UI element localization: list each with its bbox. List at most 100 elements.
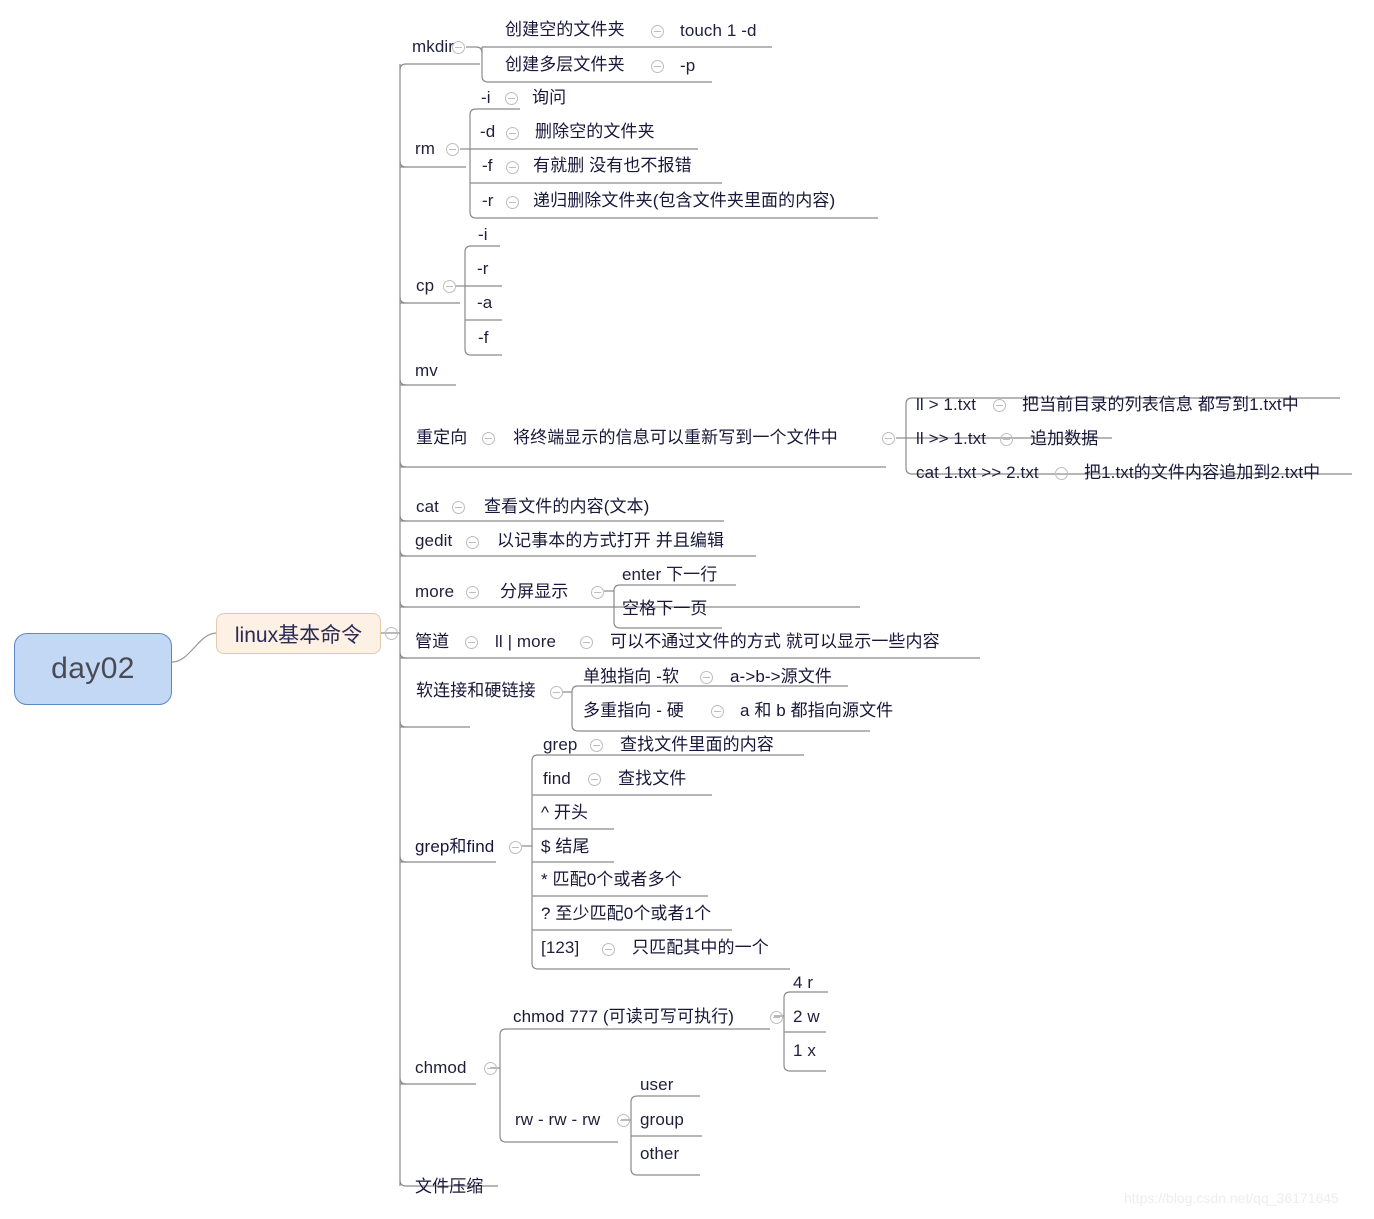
node-redirect-ll-overwrite[interactable]: ll > 1.txt [916, 396, 976, 413]
node-rm-i-desc: 询问 [532, 88, 567, 107]
node-more[interactable]: more [415, 583, 454, 600]
node-cat[interactable]: cat [416, 498, 439, 515]
node-redirect-ll-overwrite-desc: 把当前目录的列表信息 都写到1.txt中 [1022, 395, 1299, 414]
node-linux-basic-commands[interactable]: linux基本命令 [216, 613, 381, 654]
watermark: https://blog.csdn.net/qq_36171645 [1124, 1190, 1339, 1206]
node-rm-f[interactable]: -f [482, 157, 493, 174]
node-perm-group[interactable]: group [640, 1111, 684, 1128]
collapse-icon-hardlink-multi[interactable] [711, 705, 724, 718]
node-rm-f-desc: 有就删 没有也不报错 [533, 156, 692, 175]
mindmap-canvas: day02 linux基本命令 mkdir 创建空的文件夹 touch 1 -d… [0, 0, 1374, 1219]
collapse-icon-rm-d[interactable] [506, 127, 519, 140]
collapse-icon-redirect-ll-append[interactable] [1000, 433, 1013, 446]
node-perm-other[interactable]: other [640, 1145, 679, 1162]
node-rm-d[interactable]: -d [480, 123, 495, 140]
node-redirect-ll-append-desc: 追加数据 [1030, 429, 1099, 448]
collapse-icon-redirect-cat-append[interactable] [1055, 467, 1068, 480]
collapse-icon-mkdir-create-nested-dir[interactable] [651, 60, 664, 73]
collapse-icon-gedit[interactable] [466, 536, 479, 549]
node-redirect-desc: 将终端显示的信息可以重新写到一个文件中 [513, 428, 838, 447]
collapse-icon-rw-rw-rw[interactable] [617, 1114, 630, 1127]
collapse-icon-redirect-ll-overwrite[interactable] [993, 399, 1006, 412]
node-touch-1-d[interactable]: touch 1 -d [680, 22, 757, 39]
collapse-icon-redirect-desc[interactable] [882, 432, 895, 445]
node-cp-f[interactable]: -f [478, 329, 489, 346]
collapse-icon-grep[interactable] [590, 739, 603, 752]
node-mv[interactable]: mv [415, 362, 438, 379]
collapse-icon-mkdir-create-empty-dir[interactable] [651, 25, 664, 38]
node-regex-question[interactable]: ? 至少匹配0个或者1个 [541, 905, 711, 922]
collapse-icon-rm-f[interactable] [506, 161, 519, 174]
node-symlink-single-desc: a->b->源文件 [730, 667, 832, 686]
node-gedit[interactable]: gedit [415, 532, 452, 549]
collapse-icon-rm[interactable] [446, 143, 459, 156]
node-pipe-desc: 可以不通过文件的方式 就可以显示一些内容 [610, 632, 940, 651]
node-grep-desc: 查找文件里面的内容 [620, 735, 774, 754]
collapse-icon-cat[interactable] [452, 501, 465, 514]
node-redirect-ll-append[interactable]: ll >> 1.txt [916, 430, 986, 447]
node-chmod-1x[interactable]: 1 x [793, 1042, 816, 1059]
node-redirect[interactable]: 重定向 [416, 429, 467, 446]
node-rm-d-desc: 删除空的文件夹 [535, 122, 655, 141]
node-mkdir-create-empty-dir[interactable]: 创建空的文件夹 [505, 21, 625, 38]
node-hardlink-multi-desc: a 和 b 都指向源文件 [740, 701, 894, 720]
collapse-icon-pipe-command[interactable] [580, 636, 593, 649]
node-mkdir-create-nested-dir[interactable]: 创建多层文件夹 [505, 56, 625, 73]
node-find-desc: 查找文件 [618, 769, 687, 788]
collapse-icon-chmod-777[interactable] [770, 1011, 783, 1024]
collapse-icon-mkdir[interactable] [452, 41, 465, 54]
node-redirect-cat-append-desc: 把1.txt的文件内容追加到2.txt中 [1084, 463, 1321, 482]
node-regex-star[interactable]: * 匹配0个或者多个 [541, 871, 682, 888]
node-gedit-desc: 以记事本的方式打开 并且编辑 [497, 531, 725, 550]
collapse-icon-pipe[interactable] [465, 636, 478, 649]
node-regex-caret[interactable]: ^ 开头 [541, 804, 588, 821]
node-pipe[interactable]: 管道 [415, 633, 449, 650]
node-cat-desc: 查看文件的内容(文本) [484, 497, 650, 516]
root-node-day02[interactable]: day02 [14, 633, 172, 705]
collapse-icon-regex-charclass[interactable] [602, 943, 615, 956]
collapse-icon-symlink-single[interactable] [700, 671, 713, 684]
root-node-label: day02 [51, 652, 135, 685]
node-grep-and-find[interactable]: grep和find [415, 838, 494, 855]
node-regex-dollar[interactable]: $ 结尾 [541, 838, 590, 855]
node-more-enter[interactable]: enter 下一行 [622, 566, 717, 583]
node-cp[interactable]: cp [416, 277, 434, 294]
collapse-icon-linux-basic-commands[interactable] [385, 627, 398, 640]
node-file-compression[interactable]: 文件压缩 [415, 1178, 483, 1195]
node-find[interactable]: find [543, 770, 571, 787]
node-rm-i[interactable]: -i [481, 89, 491, 106]
node-pipe-command[interactable]: ll | more [495, 633, 556, 650]
node-rm-r[interactable]: -r [482, 192, 494, 209]
node-symlink-single[interactable]: 单独指向 -软 [583, 668, 679, 685]
node-mkdir[interactable]: mkdir [412, 38, 454, 55]
node-chmod-777[interactable]: chmod 777 (可读可写可执行) [513, 1008, 734, 1025]
node-cp-i[interactable]: -i [478, 226, 488, 243]
node-mkdir-p-flag[interactable]: -p [680, 57, 695, 74]
node-regex-charclass[interactable]: [123] [541, 939, 579, 956]
node-perm-user[interactable]: user [640, 1076, 673, 1093]
node-more-space[interactable]: 空格下一页 [622, 600, 708, 617]
node-cp-r[interactable]: -r [477, 260, 489, 277]
node-linux-basic-commands-label: linux基本命令 [234, 623, 363, 647]
collapse-icon-redirect[interactable] [482, 432, 495, 445]
collapse-icon-rm-i[interactable] [505, 92, 518, 105]
node-redirect-cat-append[interactable]: cat 1.txt >> 2.txt [916, 464, 1039, 481]
node-regex-charclass-desc: 只匹配其中的一个 [632, 938, 769, 957]
node-chmod[interactable]: chmod [415, 1059, 467, 1076]
collapse-icon-symlink-hardlink[interactable] [550, 686, 563, 699]
collapse-icon-find[interactable] [588, 773, 601, 786]
collapse-icon-more[interactable] [466, 586, 479, 599]
node-chmod-4r[interactable]: 4 r [793, 974, 813, 991]
node-hardlink-multi[interactable]: 多重指向 - 硬 [583, 702, 684, 719]
node-grep[interactable]: grep [543, 736, 577, 753]
node-rw-rw-rw[interactable]: rw - rw - rw [515, 1111, 600, 1128]
collapse-icon-cp[interactable] [443, 280, 456, 293]
node-cp-a[interactable]: -a [477, 294, 492, 311]
collapse-icon-more-desc[interactable] [591, 586, 604, 599]
node-chmod-2w[interactable]: 2 w [793, 1008, 820, 1025]
node-rm[interactable]: rm [415, 140, 435, 157]
collapse-icon-rm-r[interactable] [506, 196, 519, 209]
collapse-icon-grep-and-find[interactable] [509, 841, 522, 854]
collapse-icon-chmod[interactable] [484, 1062, 497, 1075]
node-symlink-hardlink[interactable]: 软连接和硬链接 [416, 682, 536, 699]
